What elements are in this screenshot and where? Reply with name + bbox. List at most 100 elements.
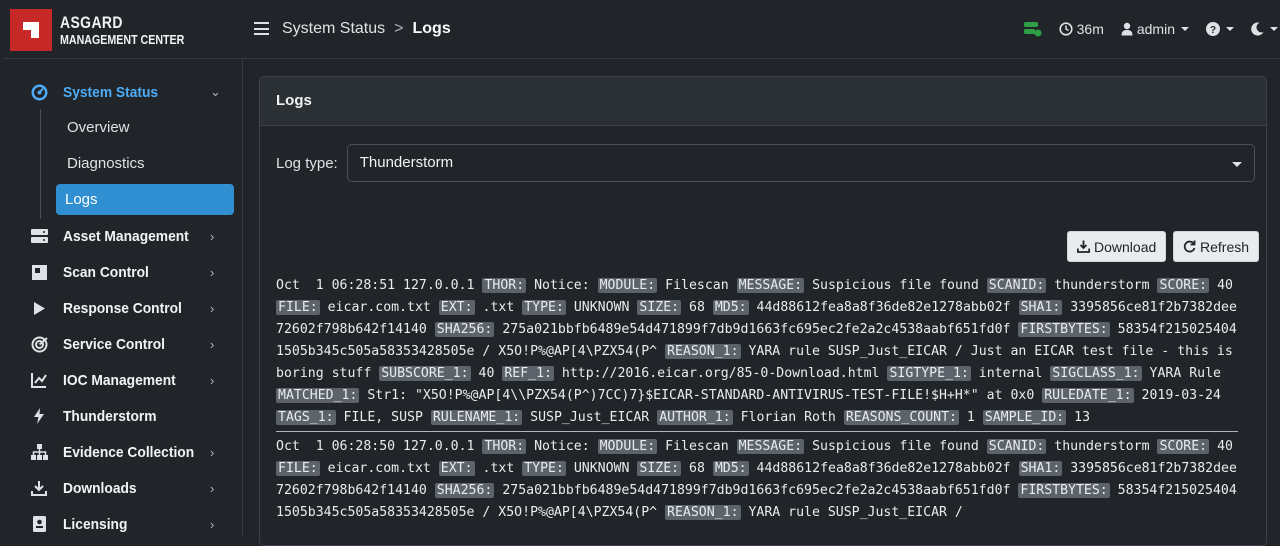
chevron-right-icon: ›: [210, 516, 215, 532]
scan-icon: [30, 263, 48, 281]
log-field-value: .txt: [474, 300, 523, 315]
menu-toggle-icon[interactable]: [254, 22, 269, 35]
log-field-key: SHA1:: [1018, 300, 1063, 315]
log-field-value: 1: [958, 410, 983, 425]
sidebar-item-scan-control[interactable]: Scan Control ›: [3, 254, 243, 290]
log-field-key: MODULE:: [597, 278, 658, 293]
server-status-button[interactable]: [1023, 21, 1042, 37]
sidebar-item-thunderstorm[interactable]: Thunderstorm: [3, 398, 243, 434]
sidebar: System Status ⌄ Overview Diagnostics Log…: [3, 58, 243, 537]
help-menu[interactable]: ?: [1206, 22, 1234, 36]
log-field-key: MD5:: [712, 300, 749, 315]
sidebar-item-system-status[interactable]: System Status ⌄: [3, 74, 243, 110]
log-field-key: SCORE:: [1157, 278, 1210, 293]
theme-toggle[interactable]: [1251, 22, 1278, 36]
server-icon: [30, 227, 48, 245]
log-field-value: 40: [470, 366, 503, 381]
log-field-value: Str1: "X5O!P%@AP[4\\PZX54(P^)7CC)7}$EICA…: [359, 388, 1043, 403]
log-field-key: REASON_1:: [665, 344, 741, 359]
moon-icon: [1251, 22, 1264, 36]
log-field-key: TYPE:: [522, 300, 566, 315]
log-field-key: SCORE:: [1157, 439, 1210, 454]
breadcrumb-current: Logs: [412, 20, 451, 37]
log-type-value: Thunderstorm: [359, 154, 454, 171]
chevron-down-icon: [1181, 27, 1189, 31]
chevron-down-icon: [1226, 27, 1234, 31]
sitemap-icon: [30, 443, 48, 461]
sidebar-subitem-overview[interactable]: Overview: [63, 112, 237, 143]
chevron-right-icon: ›: [210, 264, 215, 280]
sidebar-item-response-control[interactable]: Response Control ›: [3, 290, 243, 326]
main-content: Logs Log type: Thunderstorm Download Ref…: [243, 58, 1280, 546]
log-field-value: thunderstorm: [1046, 278, 1158, 293]
log-field-key: MD5:: [712, 461, 749, 476]
chevron-right-icon: ›: [210, 336, 215, 352]
log-field-key: TAGS_1:: [276, 410, 336, 425]
session-time-value: 36m: [1076, 21, 1104, 37]
chevron-right-icon: ›: [210, 228, 215, 244]
log-field-key: RULEDATE_1:: [1042, 388, 1134, 403]
help-icon: ?: [1206, 22, 1220, 36]
chevron-down-icon: [1231, 162, 1242, 167]
log-field-key: SIZE:: [637, 300, 682, 315]
refresh-label: Refresh: [1200, 238, 1250, 255]
log-field-key: SAMPLE_ID:: [982, 410, 1067, 425]
chevron-right-icon: ›: [210, 480, 215, 496]
log-entry: Oct 1 06:28:50 127.0.0.1 THOR: Notice: M…: [276, 436, 1238, 526]
log-field-value: 68: [681, 461, 713, 476]
sidebar-subitem-logs[interactable]: Logs: [56, 184, 234, 215]
sidebar-item-label: Asset Management: [63, 227, 189, 245]
log-field-key: SIGCLASS_1:: [1050, 366, 1142, 381]
log-field-key: SCANID:: [986, 439, 1047, 454]
chevron-right-icon: ›: [210, 372, 215, 388]
brand-subtitle: MANAGEMENT CENTER: [60, 32, 185, 47]
dashboard-icon: [30, 83, 48, 101]
brand-logo[interactable]: ASGARD MANAGEMENT CENTER: [10, 9, 212, 51]
log-field-value: SUSP_Just_EICAR: [522, 410, 658, 425]
breadcrumb: System Status > Logs: [282, 20, 451, 38]
breadcrumb-separator: >: [394, 20, 404, 37]
sidebar-item-ioc-management[interactable]: IOC Management ›: [3, 362, 243, 398]
log-field-key: EXT:: [438, 300, 475, 315]
log-field-key: MESSAGE:: [736, 439, 805, 454]
log-timestamp: Oct 1 06:28:50 127.0.0.1: [276, 439, 483, 454]
log-field-key: FIRSTBYTES:: [1018, 322, 1110, 337]
id-card-icon: [30, 515, 48, 533]
log-field-value: YARA rule SUSP_Just_EICAR /: [740, 505, 963, 520]
sidebar-item-label: Response Control: [63, 299, 182, 317]
log-field-key: REASON_1:: [665, 505, 741, 520]
play-icon: [30, 299, 48, 317]
log-field-key: FILE:: [276, 300, 320, 315]
log-field-value: Filescan: [657, 439, 737, 454]
log-field-key: SIGTYPE_1:: [887, 366, 971, 381]
download-button[interactable]: Download: [1067, 231, 1167, 262]
sidebar-item-downloads[interactable]: Downloads ›: [3, 470, 243, 506]
log-field-key: MESSAGE:: [736, 278, 805, 293]
log-field-value: 44d88612fea8a8f36de82e1278abb02f: [748, 300, 1019, 315]
download-label: Download: [1094, 238, 1157, 255]
breadcrumb-parent[interactable]: System Status: [282, 20, 385, 38]
user-menu[interactable]: admin: [1121, 21, 1189, 37]
refresh-button[interactable]: Refresh: [1173, 231, 1260, 262]
sidebar-item-service-control[interactable]: Service Control ›: [3, 326, 243, 362]
brand-name: ASGARD: [60, 13, 123, 32]
user-icon: [1121, 22, 1133, 36]
chevron-down-icon: [1270, 27, 1278, 31]
log-field-key: REF_1:: [502, 366, 554, 381]
sidebar-item-asset-management[interactable]: Asset Management ›: [3, 218, 243, 254]
bolt-icon: [30, 407, 48, 425]
sidebar-item-label: Thunderstorm: [63, 407, 157, 425]
sidebar-item-label: Licensing: [63, 515, 128, 533]
log-field-value: 40: [1209, 278, 1233, 293]
log-type-select[interactable]: Thunderstorm: [346, 144, 1255, 182]
log-field-key: SCANID:: [986, 278, 1047, 293]
log-field-key: THOR:: [482, 278, 527, 293]
log-field-key: EXT:: [438, 461, 475, 476]
sidebar-subitem-diagnostics[interactable]: Diagnostics: [63, 148, 237, 179]
session-timer[interactable]: 36m: [1059, 21, 1104, 37]
sidebar-item-evidence-collection[interactable]: Evidence Collection ›: [3, 434, 243, 470]
log-field-value: Notice:: [526, 278, 598, 293]
log-field-key: FILE:: [276, 461, 320, 476]
log-field-key: MATCHED_1:: [276, 388, 360, 403]
log-field-key: THOR:: [482, 439, 527, 454]
